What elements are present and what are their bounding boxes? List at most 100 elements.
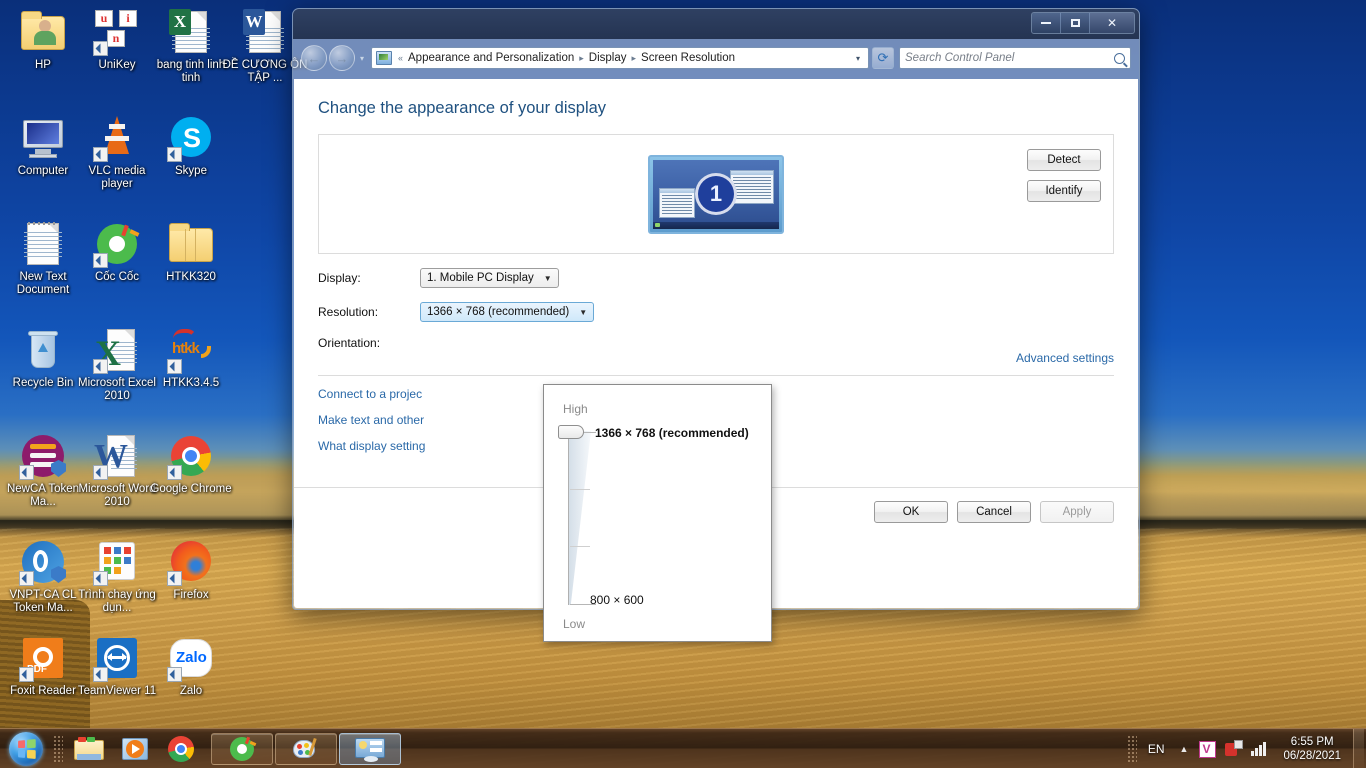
taskbar-grip[interactable]: [53, 735, 63, 763]
show-desktop-button[interactable]: [1353, 729, 1364, 768]
desktop-icon-htkk320[interactable]: HTKK320: [148, 220, 234, 284]
desktop-icon-firefox[interactable]: Firefox: [148, 538, 234, 602]
folder-icon: [167, 220, 215, 268]
orientation-field-row: Orientation:: [318, 336, 1114, 350]
display-label: Display:: [318, 271, 420, 285]
identify-button[interactable]: Identify: [1027, 180, 1101, 202]
apply-button: Apply: [1040, 501, 1114, 523]
detect-button[interactable]: Detect: [1027, 149, 1101, 171]
cancel-button[interactable]: Cancel: [957, 501, 1031, 523]
mini-window-left: [659, 188, 695, 218]
clock[interactable]: 6:55 PM 06/28/2021: [1273, 735, 1351, 763]
monitor-preview[interactable]: 1: [648, 155, 784, 234]
history-dropdown-icon[interactable]: ▾: [355, 54, 369, 63]
dialog-buttons: OK Cancel Apply: [874, 501, 1114, 523]
desktop-icon-zalo[interactable]: Zalo Zalo: [148, 634, 234, 698]
desktop-icon-chrome[interactable]: Google Chrome: [148, 432, 234, 496]
screen-resolution-window[interactable]: ✕ ← → ▾ « Appearance and Personalization…: [292, 8, 1140, 610]
vlc-icon: [93, 114, 141, 162]
connect-projector-link[interactable]: Connect to a projec: [318, 387, 425, 401]
desktop-icon-htkk345[interactable]: htkk HTKK3.4.5: [148, 326, 234, 390]
orientation-label: Orientation:: [318, 336, 420, 350]
resolution-slider-thumb[interactable]: [558, 425, 584, 439]
taskbar-windows-media-player[interactable]: [113, 733, 157, 765]
slider-high-label: High: [563, 402, 588, 416]
display-icon: [376, 51, 392, 65]
resolution-min-label[interactable]: 800 × 600: [590, 593, 644, 607]
chevron-down-icon: ▼: [579, 308, 587, 317]
zalo-icon: Zalo: [167, 634, 215, 682]
help-links: Connect to a projec Make text and other …: [318, 387, 425, 453]
breadcrumb-screen-resolution[interactable]: Screen Resolution: [638, 52, 738, 64]
display-preview-panel: 1 Detect Identify: [318, 134, 1114, 254]
resolution-label: Resolution:: [318, 305, 420, 319]
chevron-down-icon: ▼: [544, 274, 552, 283]
close-button[interactable]: ✕: [1090, 13, 1134, 33]
text-document-icon: [19, 220, 67, 268]
make-text-larger-link[interactable]: Make text and other: [318, 413, 425, 427]
what-display-settings-link[interactable]: What display setting: [318, 439, 425, 453]
resolution-select-value: 1366 × 768 (recommended): [427, 306, 569, 318]
folder-user-icon: [19, 8, 67, 56]
chrome-icon: [167, 432, 215, 480]
taskbar-google-chrome[interactable]: [159, 733, 203, 765]
taskbar-window-screen-resolution[interactable]: [339, 733, 401, 765]
ok-button[interactable]: OK: [874, 501, 948, 523]
search-icon: [1114, 53, 1125, 64]
desktop-icon-skype[interactable]: S Skype: [148, 114, 234, 178]
page-title: Change the appearance of your display: [318, 99, 1114, 118]
word-document-icon: W: [241, 8, 289, 56]
advanced-settings-link[interactable]: Advanced settings: [1016, 351, 1114, 365]
network-signal-icon[interactable]: [1249, 738, 1271, 760]
address-bar[interactable]: « Appearance and Personalization ▸ Displ…: [371, 47, 869, 69]
refresh-icon[interactable]: ⟳: [872, 47, 894, 69]
address-dropdown-icon[interactable]: ▾: [850, 54, 866, 63]
clock-time: 6:55 PM: [1283, 735, 1341, 749]
resolution-selected-label[interactable]: 1366 × 768 (recommended): [595, 426, 749, 440]
slider-tick-2: [570, 489, 590, 490]
excel-document-icon: X: [167, 8, 215, 56]
app-launcher-icon: [93, 538, 141, 586]
resolution-dropdown-popup[interactable]: High 1366 × 768 (recommended) 800 × 600 …: [543, 384, 772, 642]
computer-icon: [19, 114, 67, 162]
display-select[interactable]: 1. Mobile PC Display ▼: [420, 268, 559, 288]
resolution-slider-track[interactable]: [568, 431, 569, 605]
start-button[interactable]: [2, 731, 50, 767]
mini-window-right: [730, 170, 774, 204]
firefox-icon: [167, 538, 215, 586]
breadcrumb-overflow-icon[interactable]: «: [396, 53, 405, 63]
security-token-icon[interactable]: [1223, 738, 1245, 760]
desktop-icon-label: Google Chrome: [148, 483, 234, 496]
teamviewer-icon: [93, 634, 141, 682]
desktop-icon-label: HTKK320: [148, 271, 234, 284]
taskbar-window-coccoc[interactable]: [211, 733, 273, 765]
taskbar[interactable]: EN ▲ V 6:55 PM 06/28/2021: [0, 728, 1366, 768]
tray-grip[interactable]: [1127, 735, 1137, 763]
taskbar-windows-explorer[interactable]: [67, 733, 111, 765]
language-indicator[interactable]: EN: [1140, 742, 1173, 756]
resolution-select[interactable]: 1366 × 768 (recommended) ▼: [420, 302, 594, 322]
window-body: Change the appearance of your display 1: [294, 79, 1138, 608]
unikey-v-icon[interactable]: V: [1197, 738, 1219, 760]
skype-icon: S: [167, 114, 215, 162]
back-button[interactable]: ←: [301, 45, 327, 71]
search-input[interactable]: Search Control Panel: [899, 47, 1131, 69]
chevron-right-icon: ▸: [630, 53, 639, 64]
excel-icon: X: [93, 326, 141, 374]
coccoc-icon: [93, 220, 141, 268]
window-titlebar[interactable]: ✕: [293, 9, 1139, 39]
minimize-button[interactable]: [1032, 13, 1061, 33]
show-hidden-icons-button[interactable]: ▲: [1173, 744, 1196, 754]
mini-taskbar: [653, 222, 779, 229]
maximize-button[interactable]: [1061, 13, 1090, 33]
monitor-number-badge: 1: [695, 173, 737, 215]
desktop[interactable]: HP u i n UniKey X bang tinh linh tinh: [0, 0, 1366, 768]
content-divider: [318, 375, 1114, 376]
breadcrumb-appearance[interactable]: Appearance and Personalization: [405, 52, 577, 64]
forward-button[interactable]: →: [329, 45, 355, 71]
breadcrumb-display[interactable]: Display: [586, 52, 630, 64]
taskbar-window-paint[interactable]: [275, 733, 337, 765]
resolution-field-row: Resolution: 1366 × 768 (recommended) ▼: [318, 302, 1114, 322]
preview-button-group: Detect Identify: [1027, 149, 1101, 202]
monitor-screen: 1: [653, 160, 779, 229]
